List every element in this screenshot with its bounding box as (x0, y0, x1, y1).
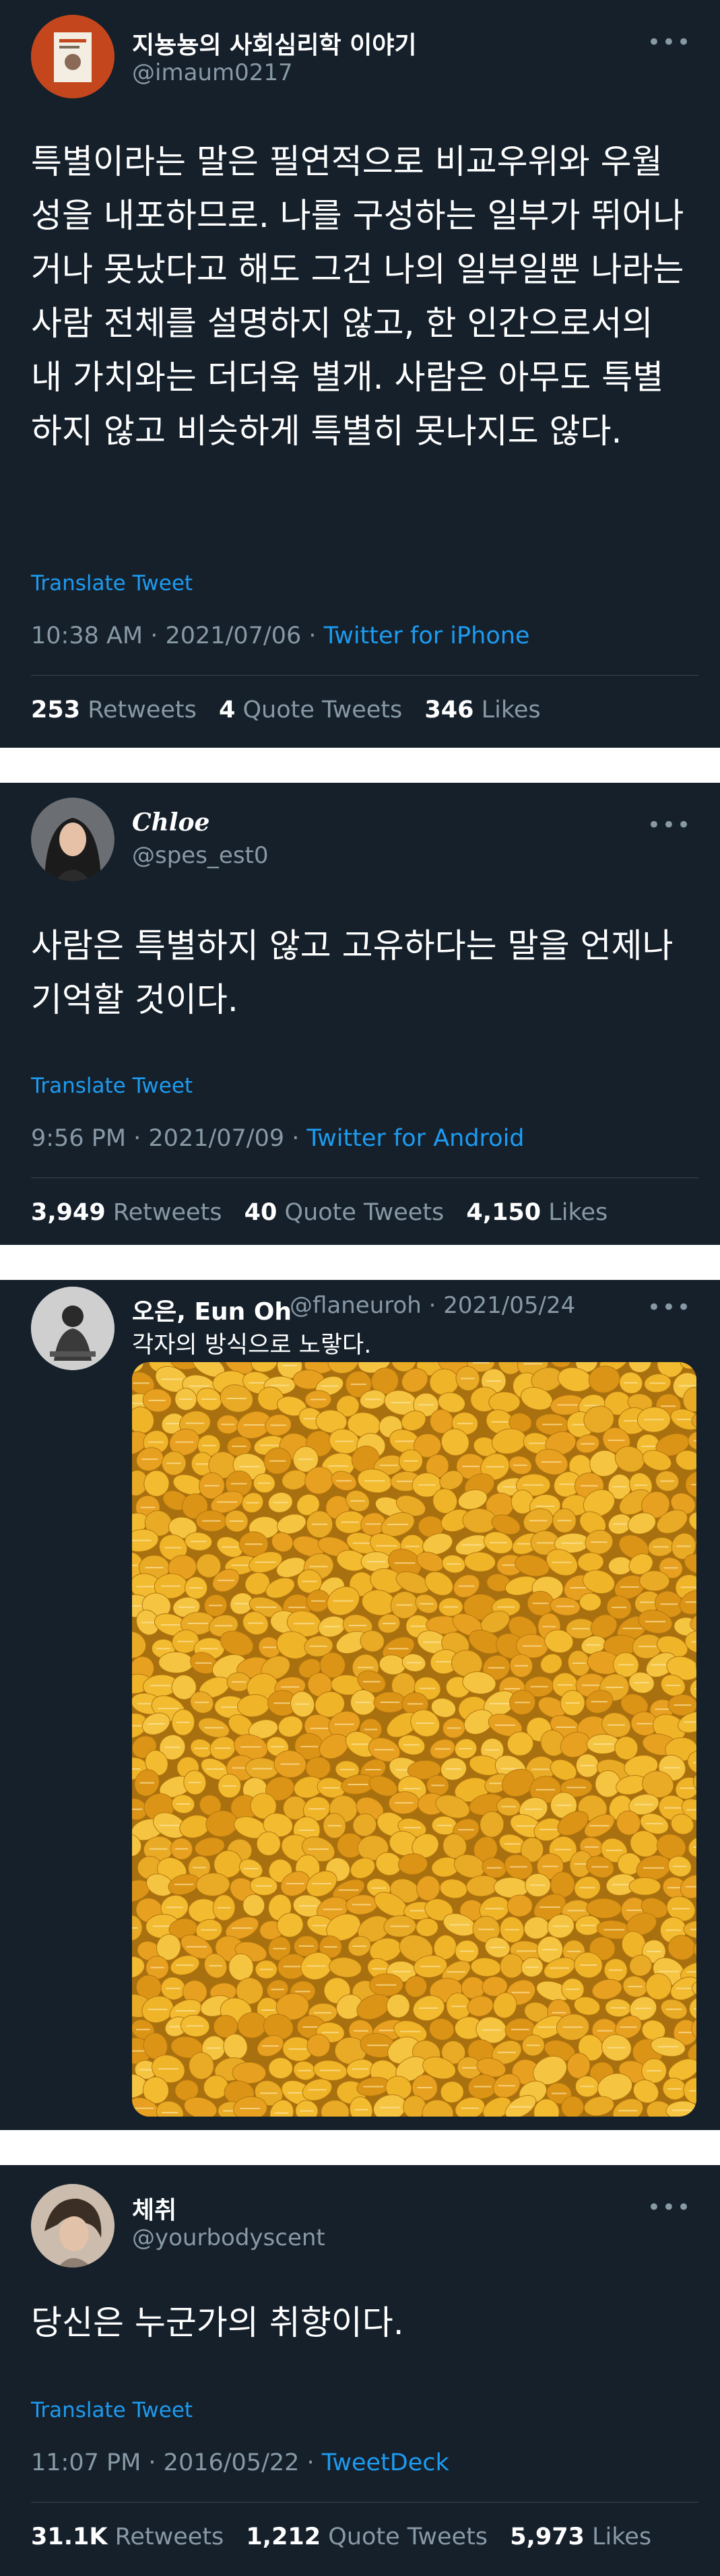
more-options-icon[interactable]: ••• (647, 2196, 692, 2219)
avatar[interactable] (31, 15, 114, 98)
source-link[interactable]: TweetDeck (322, 2449, 449, 2476)
tweet-timestamp: 11:07 PM · 2016/05/22 · TweetDeck (31, 2449, 449, 2476)
author-name[interactable]: Chloe (132, 808, 209, 837)
translate-tweet-link[interactable]: Translate Tweet (31, 1074, 193, 1098)
tweet-card-2: Chloe @spes_est0 ••• 사람은 특별하지 않고 고유하다는 말… (0, 783, 720, 1245)
author-handle[interactable]: @yourbodyscent (132, 2224, 325, 2251)
engagement-stats: 3,949 Retweets 40 Quote Tweets 4,150 Lik… (31, 1199, 622, 1226)
avatar[interactable] (31, 2184, 114, 2267)
tweet-text: 각자의 방식으로 노랗다. (132, 1332, 372, 1359)
more-options-icon[interactable]: ••• (647, 31, 692, 54)
tweet-card-1: 지뇽뇽의 사회심리학 이야기 @imaum0217 ••• 특별이라는 말은 필… (0, 0, 720, 748)
tweet-card-3: 오은, Eun Oh @flaneuroh · 2021/05/24 ••• 각… (0, 1280, 720, 2130)
tweet-card-4: 체취 @yourbodyscent ••• 당신은 누군가의 취향이다. Tra… (0, 2165, 720, 2576)
divider (31, 2502, 698, 2503)
author-handle[interactable]: @imaum0217 (132, 59, 293, 86)
tweet-text: 특별이라는 말은 필연적으로 비교우위와 우월성을 내포하므로. 나를 구성하는… (31, 142, 684, 451)
more-options-icon[interactable]: ••• (647, 814, 692, 837)
quote-tweets-stat[interactable]: 1,212 Quote Tweets (246, 2523, 488, 2550)
author-name[interactable]: 오은, Eun Oh (132, 1292, 292, 1327)
timestamp-text[interactable]: 9:56 PM · 2021/07/09 · (31, 1125, 307, 1152)
melons-photo (132, 1362, 696, 2117)
author-name[interactable]: 지뇽뇽의 사회심리학 이야기 (132, 26, 417, 61)
translate-tweet-link[interactable]: Translate Tweet (31, 2398, 193, 2422)
retweets-stat[interactable]: 31.1K Retweets (31, 2523, 224, 2550)
likes-stat[interactable]: 346 Likes (424, 697, 540, 723)
avatar[interactable] (31, 1287, 114, 1370)
quote-tweets-stat[interactable]: 40 Quote Tweets (244, 1199, 445, 1226)
tweet-timestamp: 10:38 AM · 2021/07/06 · Twitter for iPho… (31, 622, 529, 649)
tweet-photo[interactable] (132, 1362, 696, 2117)
likes-stat[interactable]: 4,150 Likes (466, 1199, 608, 1226)
author-handle[interactable]: @flaneuroh · 2021/05/24 (290, 1292, 575, 1319)
more-options-icon[interactable]: ••• (647, 1296, 692, 1319)
avatar[interactable] (31, 798, 114, 881)
tweet-timestamp: 9:56 PM · 2021/07/09 · Twitter for Andro… (31, 1125, 525, 1152)
retweets-stat[interactable]: 3,949 Retweets (31, 1199, 222, 1226)
likes-stat[interactable]: 5,973 Likes (510, 2523, 651, 2550)
engagement-stats: 31.1K Retweets 1,212 Quote Tweets 5,973 … (31, 2523, 666, 2550)
quote-tweets-stat[interactable]: 4 Quote Tweets (219, 697, 402, 723)
source-link[interactable]: Twitter for iPhone (324, 622, 530, 649)
tweet-text: 사람은 특별하지 않고 고유하다는 말을 언제나 기억할 것이다. (31, 926, 674, 1019)
timestamp-text[interactable]: 10:38 AM · 2021/07/06 · (31, 622, 324, 649)
author-handle[interactable]: @spes_est0 (132, 842, 269, 869)
retweets-stat[interactable]: 253 Retweets (31, 697, 197, 723)
source-link[interactable]: Twitter for Android (307, 1125, 525, 1152)
translate-tweet-link[interactable]: Translate Tweet (31, 571, 193, 595)
timestamp-text[interactable]: 11:07 PM · 2016/05/22 · (31, 2449, 322, 2476)
engagement-stats: 253 Retweets 4 Quote Tweets 346 Likes (31, 697, 556, 723)
tweet-text: 당신은 누군가의 취향이다. (31, 2303, 404, 2342)
divider (31, 675, 698, 676)
author-name[interactable]: 체취 (132, 2191, 176, 2226)
